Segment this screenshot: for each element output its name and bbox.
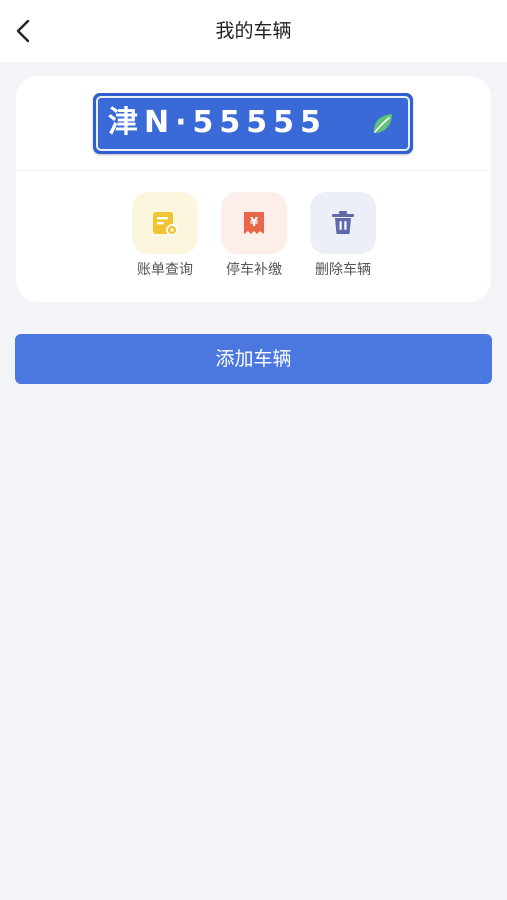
license-plate[interactable]: 津N·55555: [93, 93, 413, 154]
license-plate-frame: 津N·55555: [96, 96, 410, 151]
plate-number: 津N·55555: [108, 105, 327, 140]
navigation-bar: 我的车辆: [0, 0, 507, 62]
trash-icon: [332, 211, 354, 234]
vehicle-card: 津N·55555 账单查询 ¥ 停车补缴 删除车辆: [16, 76, 491, 302]
delete-vehicle-tile: [310, 192, 376, 254]
bill-query-tile: [132, 192, 198, 254]
add-vehicle-button[interactable]: 添加车辆: [15, 334, 492, 384]
parking-payment-label: 停车补缴: [226, 262, 282, 278]
my-vehicles-page: 我的车辆 津N·55555 账单查询 ¥ 停车补缴 删除车辆 添加车辆: [0, 0, 507, 900]
bill-icon: [153, 212, 178, 236]
delete-vehicle-label: 删除车辆: [315, 262, 371, 278]
parking-payment-tile: ¥: [221, 192, 287, 254]
plate-area: 津N·55555: [16, 76, 491, 170]
yuan-receipt-icon: ¥: [244, 212, 264, 234]
delete-vehicle-button[interactable]: 删除车辆: [298, 192, 388, 284]
divider: [16, 170, 491, 171]
bill-query-button[interactable]: 账单查询: [120, 192, 210, 284]
svg-text:¥: ¥: [250, 215, 259, 229]
bill-query-label: 账单查询: [137, 262, 193, 278]
page-title: 我的车辆: [215, 20, 292, 42]
leaf-icon: [373, 114, 392, 133]
parking-payment-button[interactable]: ¥ 停车补缴: [209, 192, 299, 284]
